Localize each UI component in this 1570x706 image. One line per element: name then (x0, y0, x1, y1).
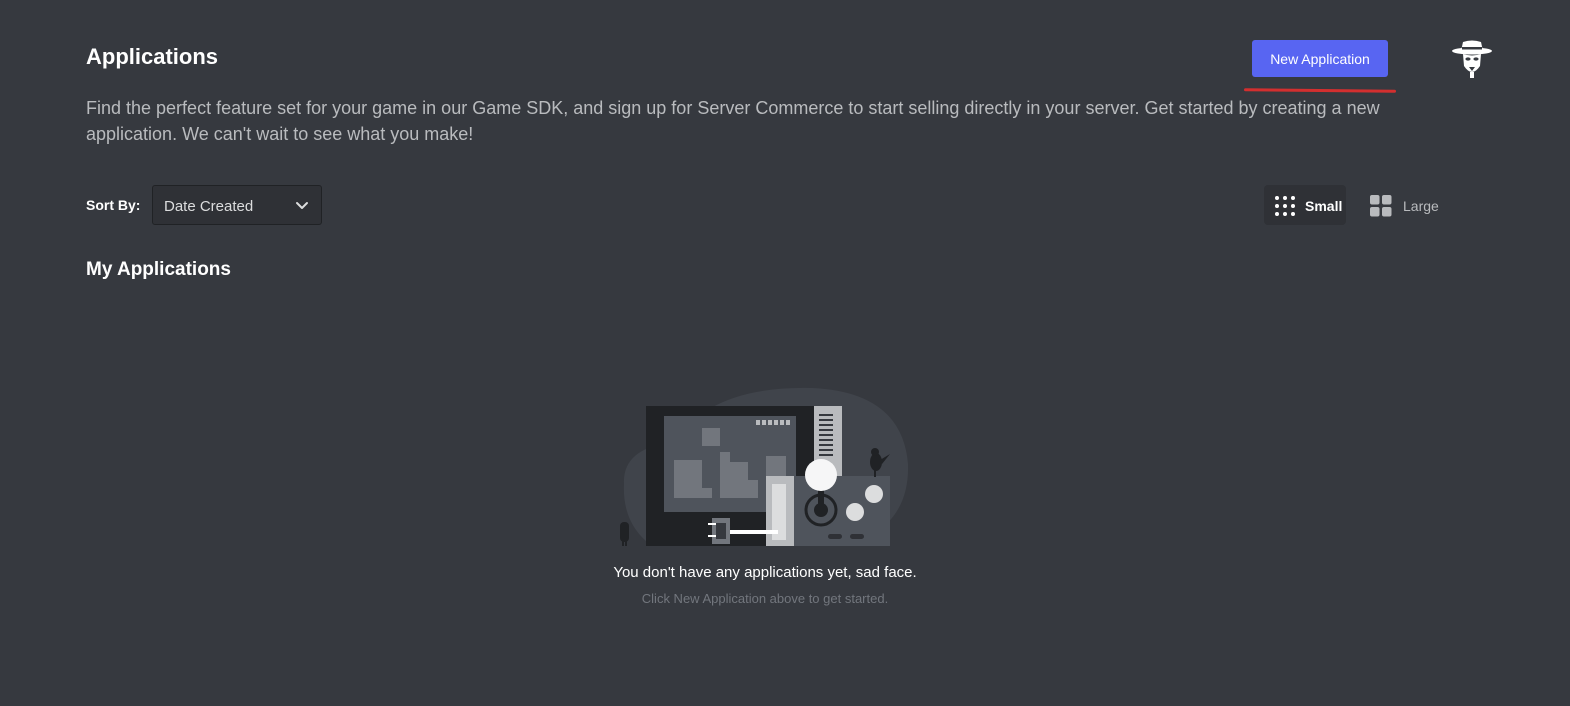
my-applications-heading: My Applications (86, 259, 231, 280)
new-application-button[interactable]: New Application (1252, 40, 1388, 77)
sort-by-label: Sort By: (86, 197, 141, 213)
empty-state-subtitle: Click New Application above to get start… (641, 591, 889, 606)
sort-by-dropdown[interactable]: Date Created (152, 185, 322, 225)
chevron-down-icon (296, 202, 308, 209)
page-title: Applications (86, 44, 219, 69)
dots-grid-icon (1275, 196, 1295, 216)
view-toggle-large-label: Large (1403, 198, 1439, 214)
squares-grid-icon (1370, 195, 1392, 217)
view-toggle-small-label: Small (1305, 198, 1343, 214)
view-toggle-small[interactable]: Small (1264, 185, 1346, 225)
view-toggle-large[interactable]: Large (1360, 185, 1444, 225)
user-avatar[interactable] (1450, 38, 1494, 80)
arcade-machine-illustration (620, 387, 909, 546)
hat-mask-avatar-icon (1452, 40, 1492, 78)
empty-state-title: You don't have any applications yet, sad… (613, 564, 917, 581)
highlight-underline (1243, 88, 1397, 93)
sort-by-value: Date Created (164, 198, 254, 215)
page-description: Find the perfect feature set for your ga… (86, 98, 1380, 144)
